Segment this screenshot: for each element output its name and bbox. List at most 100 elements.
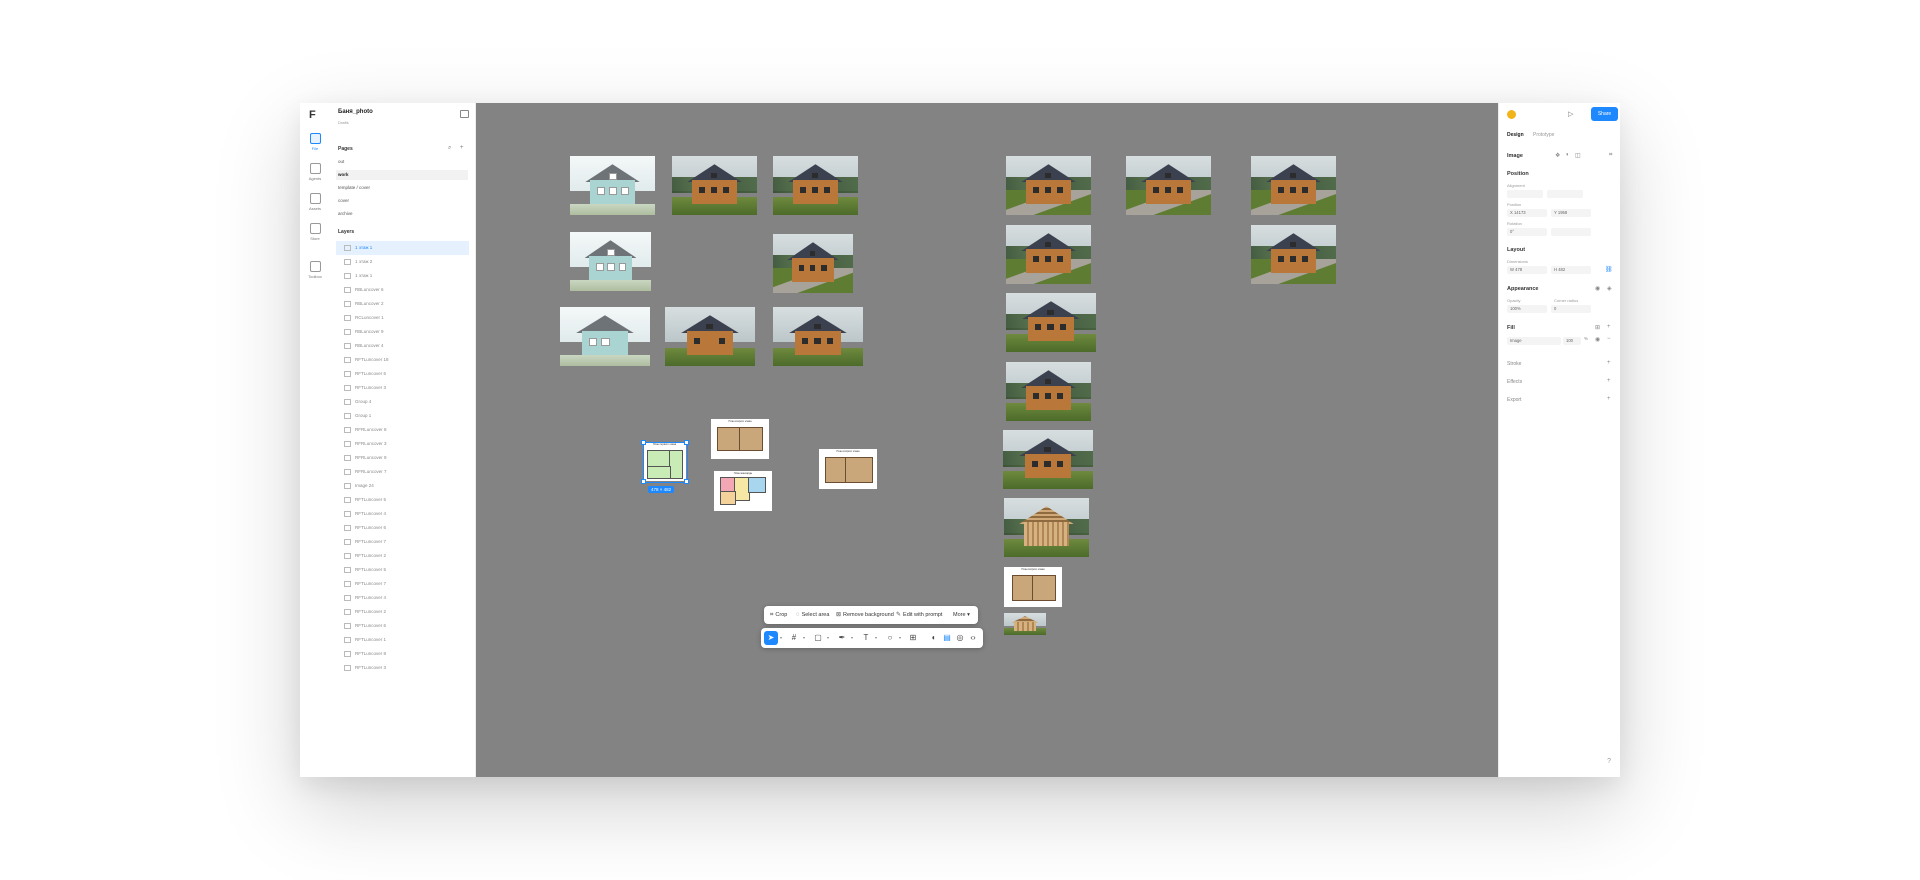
- fill-type-field[interactable]: Image: [1507, 337, 1561, 345]
- add-fill-icon[interactable]: +: [1607, 324, 1611, 330]
- floor-plan-image[interactable]: План второго этажа: [1004, 567, 1062, 607]
- chevron-down-icon[interactable]: ▾: [899, 631, 901, 645]
- rail-file-button[interactable]: File: [304, 133, 326, 151]
- blend-icon[interactable]: ◈: [1607, 285, 1612, 292]
- layer-row[interactable]: RFTLuncover 5: [336, 493, 469, 507]
- house-render-image[interactable]: [1251, 156, 1336, 215]
- page-item[interactable]: archive: [336, 209, 468, 219]
- layer-row[interactable]: Group 1: [336, 409, 469, 423]
- layer-row[interactable]: RFRLuncover 8: [336, 423, 469, 437]
- x-position-field[interactable]: X 14173: [1507, 209, 1547, 217]
- layer-row[interactable]: RBLuncover 9: [336, 325, 469, 339]
- layer-row[interactable]: 1 этаж 1: [336, 241, 469, 255]
- more-button[interactable]: More ▾: [953, 606, 970, 624]
- layer-row[interactable]: RFTLuncover 6: [336, 367, 469, 381]
- house-render-image[interactable]: [1003, 430, 1093, 489]
- play-icon[interactable]: ▷: [1568, 110, 1573, 118]
- edit-with-prompt-button[interactable]: ✎ Edit with prompt: [896, 606, 942, 624]
- layer-row[interactable]: RBLuncover 6: [336, 283, 469, 297]
- house-render-image[interactable]: [1006, 293, 1096, 352]
- layer-row[interactable]: RFTLuncover 5: [336, 563, 469, 577]
- constrain-proportions-icon[interactable]: ⛓: [1605, 266, 1613, 273]
- rail-store-button[interactable]: Store: [304, 223, 326, 241]
- align-horizontal-buttons[interactable]: [1507, 190, 1543, 198]
- section-export-title[interactable]: Export: [1507, 397, 1521, 403]
- avatar[interactable]: [1507, 110, 1516, 119]
- search-icon[interactable]: ⌕: [448, 145, 451, 152]
- house-render-image[interactable]: [773, 156, 858, 215]
- share-button[interactable]: Share: [1591, 107, 1618, 121]
- chevron-down-icon[interactable]: ▾: [827, 631, 829, 645]
- file-name[interactable]: Баня_photo: [338, 109, 373, 115]
- remove-background-button[interactable]: ⊠ Remove background: [836, 606, 894, 624]
- add-export-icon[interactable]: +: [1607, 396, 1611, 402]
- house-render-image[interactable]: [1126, 156, 1211, 215]
- section-stroke-title[interactable]: Stroke: [1507, 361, 1521, 367]
- app-logo[interactable]: F: [309, 109, 316, 121]
- add-stroke-icon[interactable]: +: [1607, 360, 1611, 366]
- crop-icon[interactable]: ⌗: [1609, 152, 1612, 159]
- opacity-field[interactable]: 100%: [1507, 305, 1547, 313]
- rail-toolbox-button[interactable]: Toolbox: [304, 261, 326, 279]
- resize-handle[interactable]: [641, 440, 646, 445]
- add-effect-icon[interactable]: +: [1607, 378, 1611, 384]
- component-icon[interactable]: ❖: [1555, 152, 1560, 159]
- page-item[interactable]: template / cover: [336, 183, 468, 193]
- page-item[interactable]: work: [336, 170, 468, 180]
- layer-row[interactable]: RBLuncover 4: [336, 339, 469, 353]
- house-render-image[interactable]: [1006, 362, 1091, 421]
- layer-row[interactable]: 1 этаж 2: [336, 255, 469, 269]
- house-render-image[interactable]: [1006, 156, 1091, 215]
- house-render-image[interactable]: [672, 156, 757, 215]
- house-render-image[interactable]: [560, 307, 650, 366]
- resize-handle[interactable]: [641, 479, 646, 484]
- layer-row[interactable]: RFTLuncover 2: [336, 605, 469, 619]
- chevron-down-icon[interactable]: ▾: [875, 631, 877, 645]
- layer-row[interactable]: 1 этаж 1: [336, 269, 469, 283]
- house-render-image[interactable]: [570, 156, 655, 215]
- house-render-image[interactable]: [1004, 498, 1089, 557]
- panel-toggle-icon[interactable]: [460, 110, 469, 118]
- floor-plan-image[interactable]: План второго этажа: [711, 419, 769, 459]
- layer-row[interactable]: RFTLuncover 3: [336, 661, 469, 675]
- corner-radius-field[interactable]: 0: [1551, 305, 1591, 313]
- layer-row[interactable]: RFRLuncover 7: [336, 465, 469, 479]
- add-page-icon[interactable]: +: [460, 145, 464, 151]
- house-render-image[interactable]: [1006, 225, 1091, 284]
- eye-icon[interactable]: ◉: [1595, 285, 1600, 292]
- layer-row[interactable]: RFTLuncover 1: [336, 633, 469, 647]
- layer-row[interactable]: Image 24: [336, 479, 469, 493]
- height-field[interactable]: H 482: [1551, 266, 1591, 274]
- rotation-field[interactable]: 0°: [1507, 228, 1547, 236]
- layer-row[interactable]: RFTLuncover 6: [336, 521, 469, 535]
- rectangle-tool-icon[interactable]: ▢: [811, 631, 825, 645]
- house-render-image[interactable]: [773, 234, 853, 293]
- boolean-icon[interactable]: ◫: [1575, 152, 1581, 159]
- resize-handle[interactable]: [684, 479, 689, 484]
- layer-row[interactable]: RFTLuncover 7: [336, 535, 469, 549]
- layer-row[interactable]: RFRLuncover 3: [336, 437, 469, 451]
- crop-button[interactable]: ⌗ Crop: [770, 606, 787, 624]
- layer-row[interactable]: RFTLuncover 18: [336, 353, 469, 367]
- house-render-image[interactable]: [1251, 225, 1336, 284]
- flip-buttons[interactable]: [1551, 228, 1591, 236]
- select-area-button[interactable]: ◌ Select area: [796, 606, 829, 624]
- chevron-down-icon[interactable]: ▾: [851, 631, 853, 645]
- code-mode-icon[interactable]: ‹›: [966, 631, 980, 645]
- layer-row[interactable]: RBLuncover 2: [336, 297, 469, 311]
- design-mode-icon[interactable]: ◐: [927, 631, 941, 645]
- eye-icon[interactable]: ◉: [1595, 336, 1600, 343]
- move-tool-icon[interactable]: ➤: [764, 631, 778, 645]
- tab-prototype[interactable]: Prototype: [1533, 132, 1554, 138]
- house-render-image[interactable]: [570, 232, 651, 291]
- layer-row[interactable]: RFTLuncover 7: [336, 577, 469, 591]
- draw-mode-icon[interactable]: ◎: [953, 631, 967, 645]
- layer-row[interactable]: Group 4: [336, 395, 469, 409]
- layer-row[interactable]: RFTLuncover 6: [336, 619, 469, 633]
- layer-row[interactable]: RFTLuncover 4: [336, 591, 469, 605]
- layer-row[interactable]: RFTLuncover 2: [336, 549, 469, 563]
- text-tool-icon[interactable]: T: [859, 631, 873, 645]
- layer-row[interactable]: RFTLuncover 8: [336, 647, 469, 661]
- comment-tool-icon[interactable]: ○: [883, 631, 897, 645]
- mask-icon[interactable]: ◑: [1565, 152, 1569, 158]
